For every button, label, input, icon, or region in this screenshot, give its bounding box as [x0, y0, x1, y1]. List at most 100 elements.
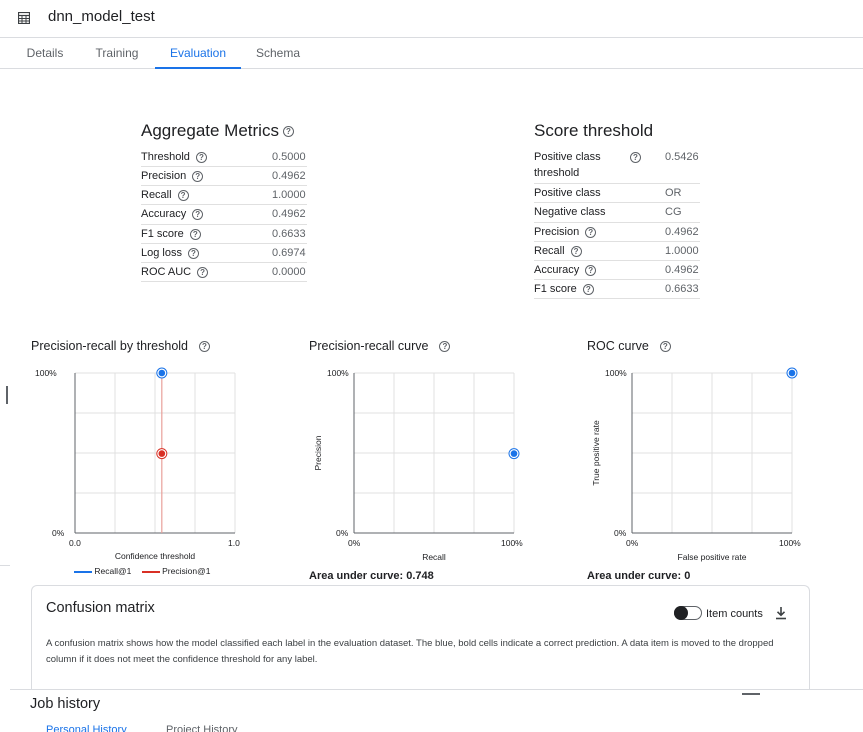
metric-label-cell: Accuracy: [141, 208, 186, 220]
pr-auc-label: Area under curve: 0.748: [309, 570, 434, 582]
pr-curve-heading: Precision-recall curve: [309, 339, 429, 353]
metric-label: Log loss: [141, 247, 182, 259]
y-axis-label: Precision: [313, 435, 323, 470]
help-icon[interactable]: ?: [570, 246, 582, 257]
legend-label-precision: Precision@1: [162, 566, 211, 576]
roc-curve-heading: ROC curve: [587, 339, 649, 353]
help-icon[interactable]: ?: [659, 341, 671, 353]
metric-label-cell: F1 score: [141, 228, 184, 240]
pr-threshold-title: Precision-recall by threshold ?: [31, 339, 210, 353]
score-threshold-title: Score threshold: [534, 121, 654, 140]
legend-swatch-precision: [141, 570, 160, 573]
legend: Recall@1 Precision@1: [74, 566, 210, 576]
metric-value: CG: [665, 206, 682, 218]
help-icon[interactable]: ?: [177, 190, 189, 201]
help-icon[interactable]: ?: [582, 284, 594, 295]
pr-threshold-chart: 100% 0% 0.0 1.0 Confidence threshold: [35, 367, 240, 561]
legend-swatch-recall: [74, 570, 92, 573]
tab-training[interactable]: Training: [84, 39, 150, 69]
metric-label-cell: Recall: [141, 189, 172, 201]
metric-row: F1 score? 0.6633: [141, 225, 307, 244]
data-point: [158, 450, 166, 457]
confusion-matrix-card: Confusion matrix Item counts A confusion…: [31, 585, 810, 695]
tab-evaluation[interactable]: Evaluation: [155, 39, 241, 69]
plot-area: [74, 367, 236, 534]
help-icon[interactable]: ?: [439, 341, 451, 353]
metric-label: Negative class: [534, 206, 606, 218]
metric-label-cell: Precision: [141, 170, 186, 182]
item-counts-toggle[interactable]: [674, 606, 702, 620]
metric-label-cell: ROC AUC: [141, 266, 191, 278]
pr-curve-title: Precision-recall curve ?: [309, 339, 451, 353]
data-point: [158, 369, 166, 377]
metric-value: 0.4962: [665, 226, 699, 238]
metric-value: 0.6633: [665, 283, 699, 295]
help-icon[interactable]: ?: [585, 265, 597, 276]
metric-label: Accuracy: [534, 264, 580, 276]
toggle-knob: [674, 606, 688, 620]
metric-label: Positive class: [534, 187, 601, 199]
aggregate-metrics-heading: Aggregate Metrics: [141, 121, 279, 140]
metric-row: Log loss? 0.6974: [141, 244, 307, 263]
legend-label-recall: Recall@1: [94, 566, 132, 576]
item-counts-label: Item counts: [706, 608, 763, 620]
metric-label: F1 score: [141, 228, 184, 240]
help-icon[interactable]: ?: [187, 248, 199, 259]
x-tick-right: 100%: [501, 538, 523, 548]
help-icon[interactable]: ?: [195, 152, 207, 163]
metric-label: Accuracy: [141, 208, 187, 220]
x-tick-left: 0.0: [69, 538, 81, 548]
metric-value: 0.6633: [272, 228, 306, 240]
metric-row: Threshold? 0.5000: [141, 148, 307, 167]
tab-schema[interactable]: Schema: [246, 39, 310, 69]
metric-row: Recall? 1.0000: [534, 242, 700, 261]
metric-label-cell: F1 score: [534, 283, 577, 295]
metric-label: Recall: [534, 245, 565, 257]
confusion-matrix-description: A confusion matrix shows how the model c…: [46, 638, 774, 665]
metric-label: Positive class threshold: [534, 151, 601, 179]
metric-label-cell: Log loss: [141, 247, 182, 259]
data-point: [510, 450, 518, 457]
metric-label: ROC AUC: [141, 266, 192, 278]
page-title: dnn_model_test: [48, 8, 155, 25]
help-icon[interactable]: ?: [189, 229, 201, 240]
metric-row: Precision? 0.4962: [534, 223, 700, 242]
y-tick-top: 100%: [35, 368, 57, 378]
tab-details[interactable]: Details: [14, 39, 76, 69]
metric-label-cell: Recall: [534, 245, 565, 257]
help-icon[interactable]: ?: [630, 152, 641, 163]
y-tick-top: 100%: [605, 368, 627, 378]
aggregate-metrics-table: Threshold? 0.5000 Precision? 0.4962 Recall? 1…: [141, 148, 307, 288]
metric-label: Recall: [141, 189, 172, 201]
help-icon[interactable]: ?: [198, 341, 210, 353]
x-tick-right: 100%: [779, 538, 801, 548]
pr-threshold-heading: Precision-recall by threshold: [31, 339, 189, 353]
metric-value: 0.4962: [665, 264, 699, 276]
x-tick-right: 1.0: [228, 538, 240, 548]
plot-area: [353, 372, 520, 534]
help-icon[interactable]: ?: [192, 171, 204, 182]
x-tick-left: 0%: [348, 538, 361, 548]
data-point: [788, 369, 796, 377]
metric-label: F1 score: [534, 283, 577, 295]
tab-personal-history[interactable]: Personal History: [46, 724, 127, 732]
help-icon[interactable]: ?: [192, 209, 204, 220]
score-threshold-table: Positive class threshold? 0.5426 Positive …: [534, 148, 700, 300]
help-icon[interactable]: ?: [585, 227, 597, 238]
download-icon[interactable]: [774, 606, 788, 620]
metric-row: Recall? 1.0000: [141, 186, 307, 205]
metric-label-cell: Positive class: [534, 187, 601, 199]
divider: [0, 565, 10, 566]
pr-curve-chart: 100% 0% 0% 100% Recall Precision: [313, 368, 523, 562]
tab-project-history[interactable]: Project History: [166, 724, 238, 732]
job-history-title: Job history: [30, 696, 101, 712]
metric-value: OR: [665, 187, 682, 199]
collapse-icon[interactable]: [742, 693, 760, 695]
metric-value: 0.0000: [272, 266, 306, 278]
x-tick-left: 0%: [626, 538, 639, 548]
help-icon[interactable]: ?: [282, 126, 294, 138]
metric-label-cell: Precision: [534, 226, 579, 238]
y-axis-label: True positive rate: [591, 420, 601, 486]
resize-handle[interactable]: [6, 386, 8, 404]
help-icon[interactable]: ?: [197, 267, 209, 278]
